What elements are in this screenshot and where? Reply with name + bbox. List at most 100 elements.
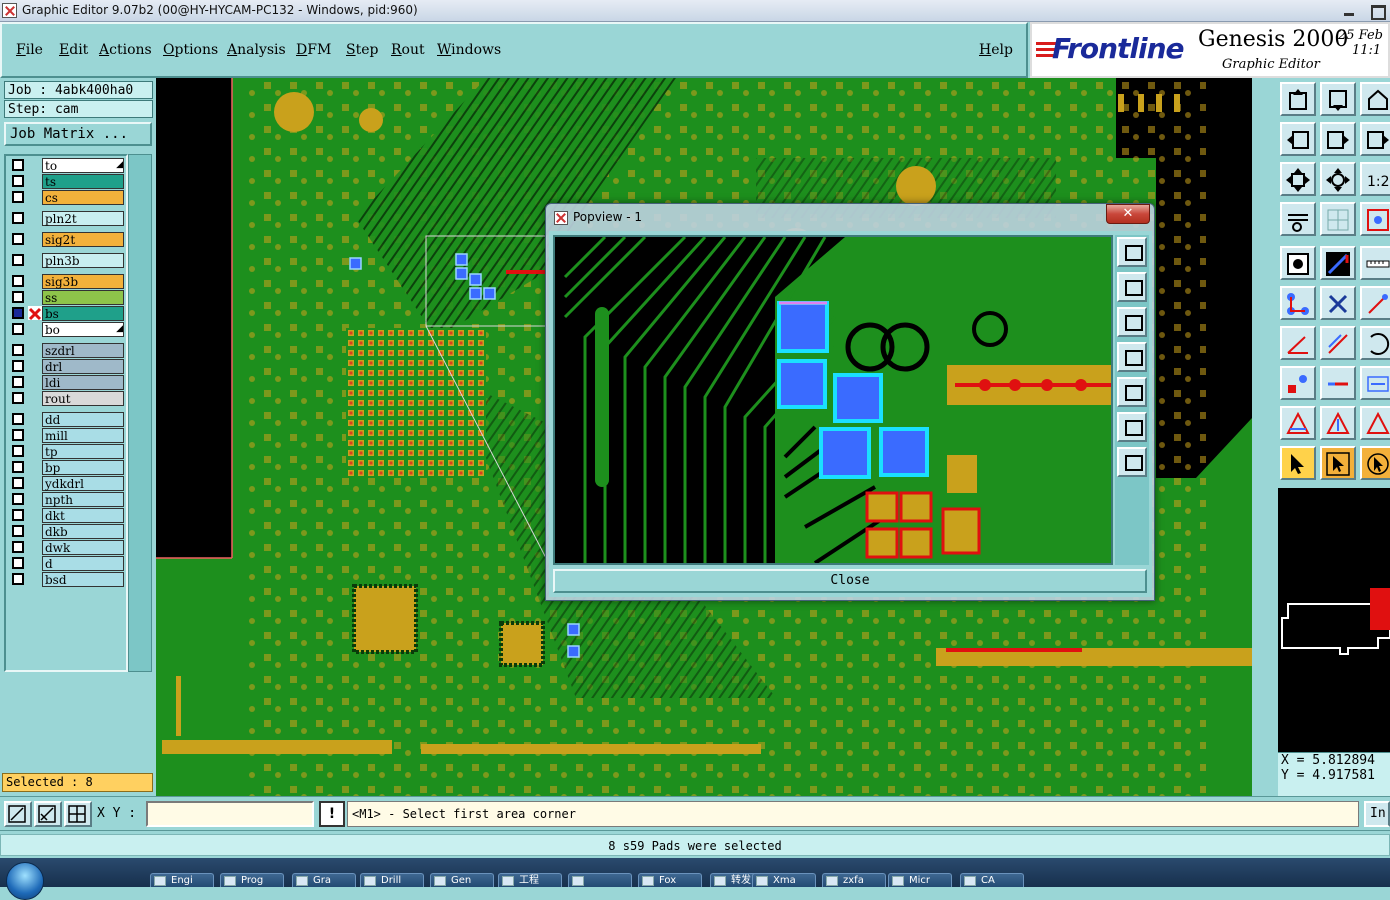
taskbar-item[interactable]: zxfa	[822, 873, 886, 887]
popview-pan-left-icon[interactable]	[1117, 342, 1147, 372]
layer-checkbox[interactable]	[12, 461, 24, 473]
pan-in-icon[interactable]	[1360, 122, 1390, 156]
menu-file[interactable]: File	[16, 42, 43, 58]
layer-row-sig3b[interactable]: sig3b	[8, 274, 126, 289]
layer-checkbox[interactable]	[12, 413, 24, 425]
layer-checkbox[interactable]	[12, 376, 24, 388]
layer-checkbox[interactable]	[12, 212, 24, 224]
zoom-ratio-icon[interactable]: 1:2	[1360, 162, 1390, 196]
snap-settings-icon[interactable]	[1280, 202, 1316, 236]
layer-checkbox[interactable]	[12, 291, 24, 303]
popview-close-x-button[interactable]: ✕	[1106, 204, 1150, 224]
menu-dfm[interactable]: DFM	[296, 42, 331, 58]
triangle-up-icon[interactable]	[1320, 406, 1356, 440]
layer-checkbox[interactable]	[12, 445, 24, 457]
layer-checkbox[interactable]	[12, 541, 24, 553]
layer-row-rout[interactable]: rout	[8, 391, 126, 406]
layer-checkbox[interactable]	[12, 159, 24, 171]
in-button[interactable]: In	[1364, 801, 1390, 827]
taskbar-item[interactable]: 工程	[498, 873, 562, 887]
taskbar-item[interactable]: Xma	[752, 873, 816, 887]
dimension-tool-icon[interactable]	[1360, 366, 1390, 400]
taskbar-item[interactable]: Prog	[220, 873, 284, 887]
snap-pad-icon[interactable]	[1360, 202, 1390, 236]
layer-checkbox[interactable]	[12, 233, 24, 245]
layer-checkbox[interactable]	[12, 429, 24, 441]
cross-icon[interactable]	[1320, 286, 1356, 320]
select-area-icon[interactable]	[1320, 446, 1356, 480]
layer-row-npth[interactable]: npth	[8, 492, 126, 507]
layer-checkbox[interactable]	[12, 525, 24, 537]
layer-list-scrollbar[interactable]	[128, 154, 152, 672]
menu-options[interactable]: Options	[163, 42, 218, 58]
layer-row-ss[interactable]: ss	[8, 290, 126, 305]
taskbar-item[interactable]: Micr	[888, 873, 952, 887]
menu-help[interactable]: Help	[979, 42, 1013, 58]
popview-zoom-in-icon[interactable]	[1117, 237, 1147, 267]
menu-analysis[interactable]: Analysis	[227, 42, 286, 58]
display-mode-icon[interactable]	[1280, 246, 1316, 280]
menu-actions[interactable]: Actions	[99, 42, 152, 58]
layer-checkbox[interactable]	[12, 509, 24, 521]
layer-checkbox[interactable]	[12, 275, 24, 287]
overview-map[interactable]	[1278, 488, 1390, 752]
layer-row-szdrl[interactable]: szdrl	[8, 343, 126, 358]
grid-snap-icon[interactable]	[64, 801, 92, 827]
zoom-fit-icon[interactable]	[1280, 162, 1316, 196]
triangle-tool-icon[interactable]	[1280, 406, 1316, 440]
taskbar-item[interactable]: Engi	[150, 873, 214, 887]
layer-checkbox[interactable]	[12, 323, 24, 335]
layer-row-cs[interactable]: cs	[8, 190, 126, 205]
popview-zoom-all-icon[interactable]	[1117, 447, 1147, 477]
taskbar-item[interactable]: Fox	[638, 873, 702, 887]
popview-close-button[interactable]: Close	[553, 569, 1147, 593]
menu-step[interactable]: Step	[346, 42, 378, 58]
maximize-button[interactable]	[1364, 2, 1390, 20]
popview-canvas[interactable]	[553, 235, 1113, 565]
line-tool-icon[interactable]	[1360, 286, 1390, 320]
triangle-side-icon[interactable]	[1360, 406, 1390, 440]
layer-checkbox[interactable]	[12, 392, 24, 404]
layer-row-sig2t[interactable]: sig2t	[8, 232, 126, 247]
layer-checkbox[interactable]	[12, 360, 24, 372]
measure-mode-icon[interactable]	[34, 801, 62, 827]
taskbar-item[interactable]	[568, 873, 632, 887]
layer-checkbox[interactable]	[12, 557, 24, 569]
layer-row-dwk[interactable]: dwk	[8, 540, 126, 555]
layer-row-bo[interactable]: bo ◢	[8, 322, 126, 337]
layer-checkbox[interactable]	[12, 344, 24, 356]
layer-row-bp[interactable]: bp	[8, 460, 126, 475]
zoom-home-icon[interactable]	[1280, 82, 1316, 116]
diag-tool-icon[interactable]	[1320, 326, 1356, 360]
layer-row-pln2t[interactable]: pln2t	[8, 211, 126, 226]
layer-checkbox[interactable]	[12, 477, 24, 489]
layer-row-tp[interactable]: tp	[8, 444, 126, 459]
zoom-all-icon[interactable]	[1320, 162, 1356, 196]
job-matrix-button[interactable]: Job Matrix ...	[4, 122, 152, 146]
layer-row-dkt[interactable]: dkt	[8, 508, 126, 523]
taskbar-item[interactable]: CA	[960, 873, 1024, 887]
pan-right-icon[interactable]	[1320, 122, 1356, 156]
arc-tool-icon[interactable]	[1360, 326, 1390, 360]
measure-icon[interactable]	[1360, 246, 1390, 280]
fill-mode-icon[interactable]	[1320, 246, 1356, 280]
layer-checkbox[interactable]	[12, 573, 24, 585]
popview-zoom-home-icon[interactable]	[1117, 272, 1147, 302]
layer-checkbox[interactable]	[12, 191, 24, 203]
segment-tool-icon[interactable]	[1320, 366, 1356, 400]
layer-row-to[interactable]: to ◢	[8, 158, 126, 173]
popview-pan-right-icon[interactable]	[1117, 377, 1147, 407]
menu-edit[interactable]: Edit	[59, 42, 88, 58]
start-button[interactable]	[6, 862, 44, 900]
zoom-down-icon[interactable]	[1320, 82, 1356, 116]
layer-row-pln3b[interactable]: pln3b	[8, 253, 126, 268]
layer-checkbox[interactable]	[12, 307, 24, 319]
xy-input[interactable]	[146, 801, 314, 827]
layer-row-ts[interactable]: ts	[8, 174, 126, 189]
pan-left-icon[interactable]	[1280, 122, 1316, 156]
taskbar-item[interactable]: Gen	[430, 873, 494, 887]
select-clock-icon[interactable]	[1360, 446, 1390, 480]
taskbar-item[interactable]: Gra	[292, 873, 356, 887]
layer-row-dd[interactable]: dd	[8, 412, 126, 427]
layer-row-d[interactable]: d	[8, 556, 126, 571]
